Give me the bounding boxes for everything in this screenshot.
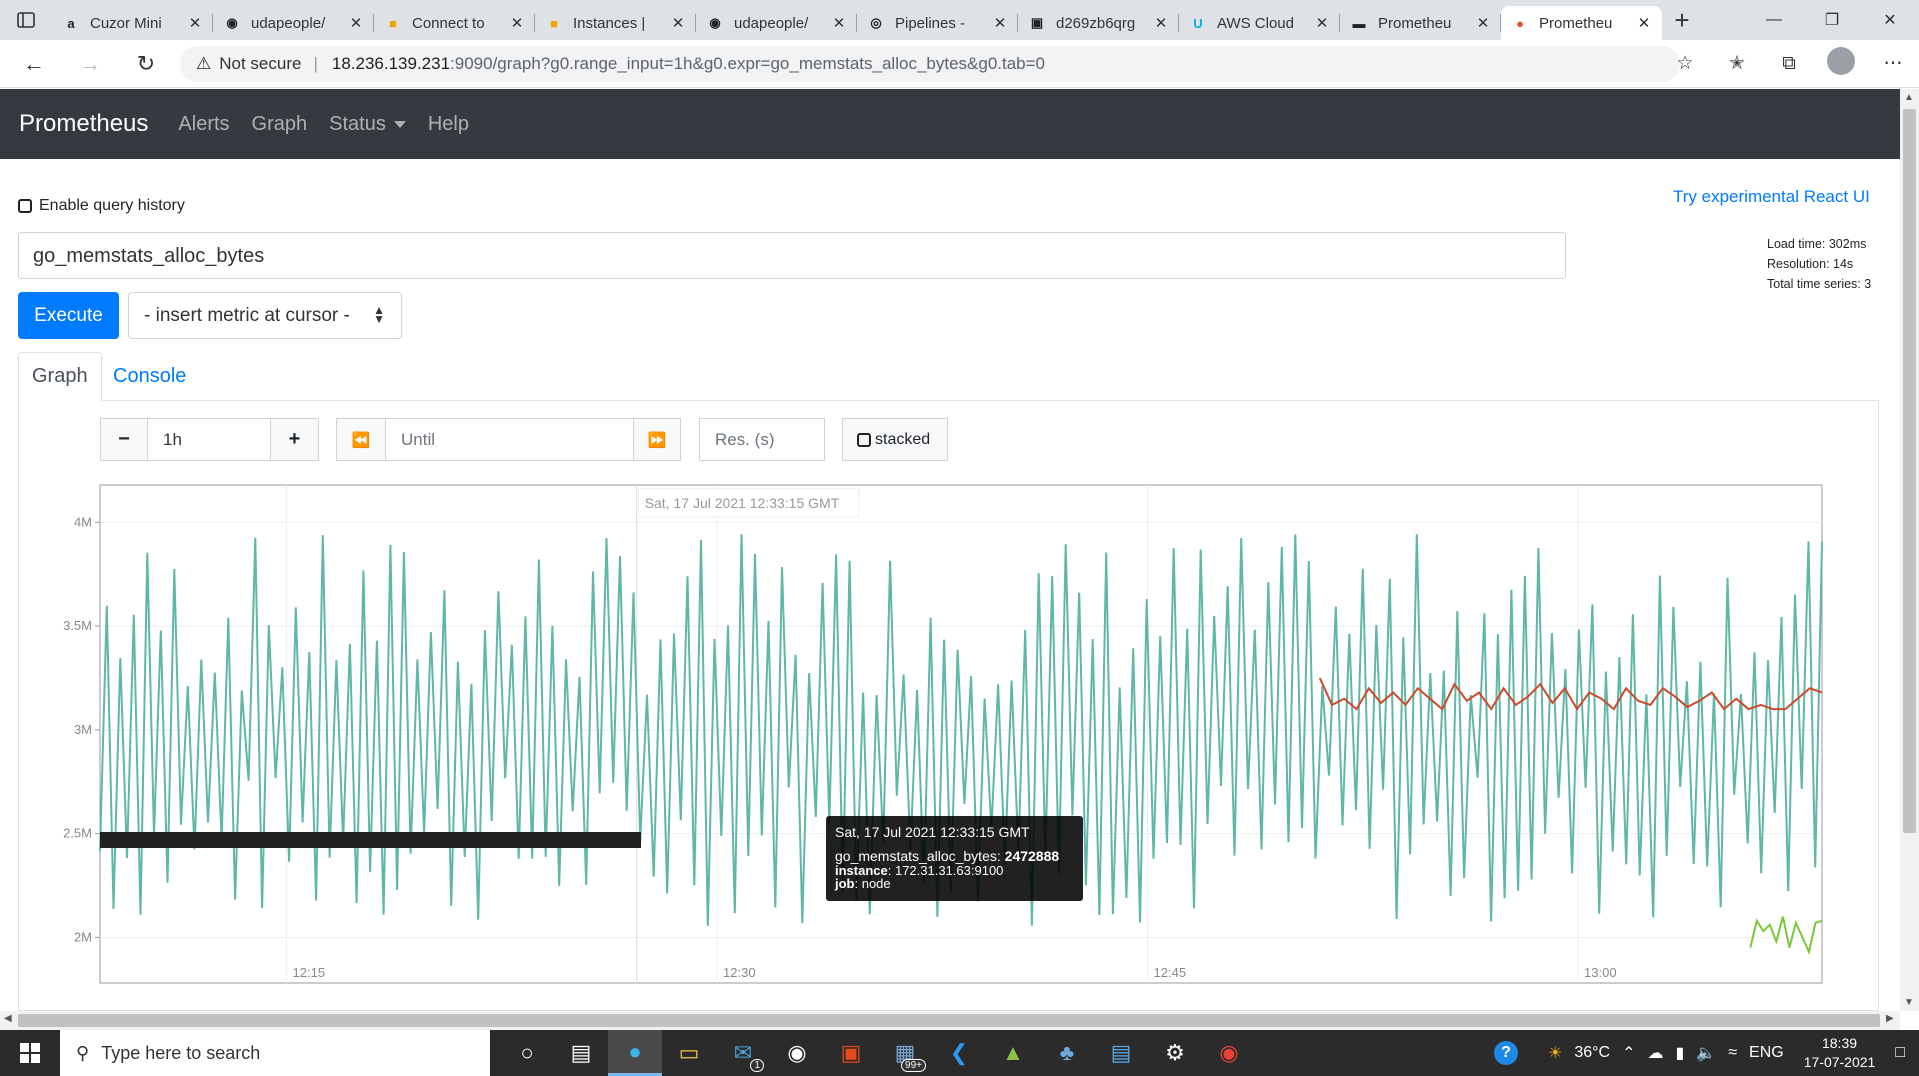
github-desktop-icon[interactable]: ◉ (770, 1030, 824, 1076)
scroll-left-icon[interactable]: ◀ (4, 1013, 12, 1024)
clock[interactable]: 18:39 17-07-2021 (1804, 1034, 1876, 1072)
temperature-label: 36°C (1574, 1044, 1611, 1061)
windows-taskbar: ⚲ Type here to search ○ ▤ ● ▭ ✉ 1 ◉ ▣ ▦ 99… (0, 1030, 1919, 1076)
notifications-app-icon[interactable]: ▦ 99+ (878, 1030, 932, 1076)
office-icon[interactable]: ▣ (824, 1030, 878, 1076)
chrome-icon[interactable]: ◉ (1202, 1030, 1256, 1076)
taskbar-search-placeholder: Type here to search (101, 1042, 261, 1063)
page-vertical-scrollbar[interactable]: ▲ ▼ (1900, 89, 1919, 1011)
network-icon[interactable]: ☁ (1648, 1043, 1664, 1063)
windows-start-icon[interactable] (0, 1030, 60, 1076)
settings-gear-icon[interactable]: ⚙ (1148, 1030, 1202, 1076)
y-tick-label: 2M (74, 929, 92, 944)
tooltip-metric-key: go_memstats_alloc_bytes: (835, 848, 1001, 864)
photos-icon[interactable]: ▲ (986, 1030, 1040, 1076)
y-tick-label: 3M (74, 722, 92, 737)
taskbar-search[interactable]: ⚲ Type here to search (60, 1030, 490, 1076)
y-tick-label: 4M (74, 514, 92, 529)
search-icon: ⚲ (76, 1042, 90, 1063)
vscode-icon[interactable]: ❮ (932, 1030, 986, 1076)
scroll-up-icon[interactable]: ▲ (1904, 92, 1914, 103)
vertical-scroll-thumb[interactable] (1903, 109, 1916, 833)
cortana-icon[interactable]: ○ (500, 1030, 554, 1076)
help-icon[interactable]: ? (1494, 1041, 1519, 1065)
scroll-right-icon[interactable]: ▶ (1886, 1013, 1894, 1024)
series-line-red (1318, 677, 1823, 711)
mail-icon[interactable]: ✉ 1 (716, 1030, 770, 1076)
horizontal-scroll-thumb[interactable] (18, 1014, 1880, 1027)
tooltip-time: Sat, 17 Jul 2021 12:33:15 GMT (835, 824, 1030, 840)
system-tray: ? ☀ 36°C ⌃ ☁ ▮ 🔈 ≈ ENG 18:39 17-07-2021 □ (1488, 1030, 1919, 1076)
pgadmin-icon[interactable]: ♣ (1040, 1030, 1094, 1076)
tooltip-instance-value: : 172.31.31.63:9100 (887, 863, 1004, 878)
language-indicator[interactable]: ENG (1749, 1044, 1784, 1062)
task-view-icon[interactable]: ▤ (554, 1030, 608, 1076)
page-horizontal-scrollbar[interactable]: ◀ ▶ (0, 1011, 1900, 1030)
volume-icon[interactable]: 🔈 (1696, 1043, 1716, 1063)
edge-browser-icon[interactable]: ● (608, 1030, 662, 1076)
x-tick-label: 12:30 (723, 965, 756, 980)
y-tick-label: 2.5M (63, 826, 92, 841)
file-explorer-icon[interactable]: ▭ (662, 1030, 716, 1076)
chevron-up-icon[interactable]: ⌃ (1622, 1043, 1635, 1063)
series-line-green (1749, 916, 1823, 956)
tooltip-job-value: : node (854, 876, 891, 891)
weather-icon[interactable]: ☀ (1548, 1043, 1562, 1063)
battery-icon[interactable]: ▮ (1676, 1043, 1685, 1063)
x-tick-label: 13:00 (1584, 965, 1617, 980)
x-tick-label: 12:45 (1154, 965, 1187, 980)
range-slider[interactable] (100, 832, 641, 848)
x-tick-label: 12:15 (293, 965, 326, 980)
graph-tooltip: Sat, 17 Jul 2021 12:33:15 GMT go_memstat… (826, 816, 1083, 901)
notification-center-icon[interactable]: □ (1895, 1044, 1905, 1062)
tooltip-job-key: job (835, 876, 855, 891)
hover-time-label: Sat, 17 Jul 2021 12:33:15 GMT (645, 495, 840, 511)
y-tick-label: 3.5M (63, 618, 92, 633)
wifi-icon[interactable]: ≈ (1728, 1044, 1737, 1062)
scroll-down-icon[interactable]: ▼ (1904, 997, 1914, 1008)
remote-desktop-icon[interactable]: ▤ (1094, 1030, 1148, 1076)
tooltip-metric-value: 2472888 (1004, 848, 1060, 864)
